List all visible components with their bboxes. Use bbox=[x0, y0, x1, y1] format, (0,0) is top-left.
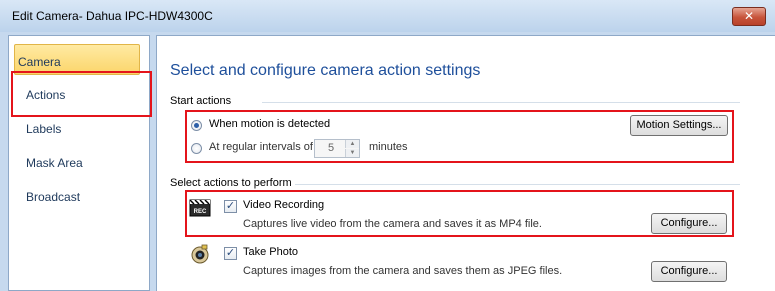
camera-photo-icon bbox=[189, 243, 211, 265]
take-photo-description: Captures images from the camera and save… bbox=[243, 265, 563, 277]
sidebar-highlight-box bbox=[11, 71, 152, 117]
start-actions-divider bbox=[262, 102, 740, 103]
title-bar: Edit Camera- Dahua IPC-HDW4300C ✕ bbox=[0, 0, 775, 32]
window-title: Edit Camera- Dahua IPC-HDW4300C bbox=[12, 9, 213, 23]
sidebar-item-mask-area[interactable]: Mask Area bbox=[26, 156, 83, 170]
select-actions-divider bbox=[295, 184, 740, 185]
video-recording-highlight-box bbox=[185, 190, 734, 237]
close-button[interactable]: ✕ bbox=[732, 7, 766, 26]
sidebar-item-camera[interactable]: Camera bbox=[18, 55, 61, 69]
start-actions-label: Start actions bbox=[170, 95, 232, 107]
start-actions-highlight-box bbox=[185, 110, 734, 163]
sidebar-item-labels[interactable]: Labels bbox=[26, 122, 61, 136]
take-photo-title: Take Photo bbox=[243, 246, 299, 258]
page-title: Select and configure camera action setti… bbox=[170, 62, 481, 79]
photo-configure-button[interactable]: Configure... bbox=[651, 261, 727, 282]
sidebar-item-broadcast[interactable]: Broadcast bbox=[26, 190, 80, 204]
take-photo-checkbox[interactable]: ✓ bbox=[224, 247, 237, 260]
select-actions-label: Select actions to perform bbox=[170, 177, 292, 189]
